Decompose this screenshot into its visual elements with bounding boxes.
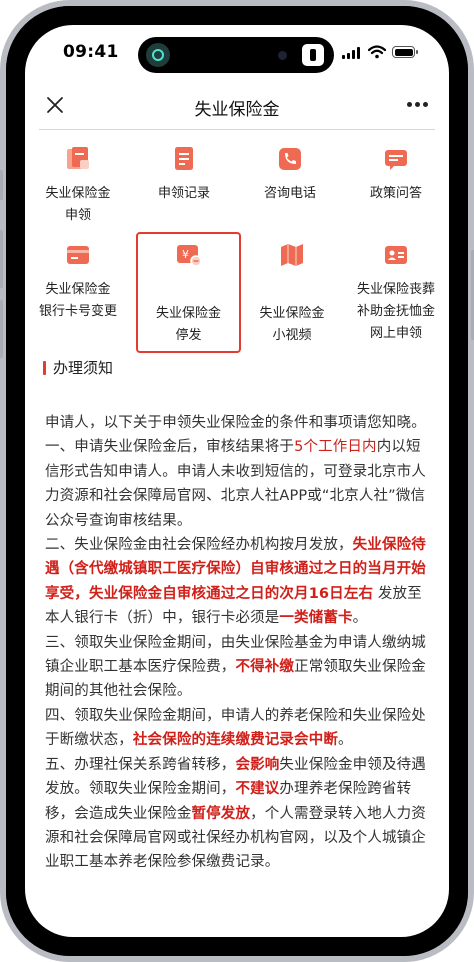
selected-item-highlight bbox=[136, 232, 241, 353]
notice-text: 申请人，以下关于申领失业保险金的条件和事项请您知晓。 一、申请失业保险金后，审核… bbox=[45, 411, 433, 875]
grid-item-video[interactable]: 失业保险金 小视频 bbox=[241, 239, 343, 349]
notice-intro: 申请人，以下关于申领失业保险金的条件和事项请您知晓。 bbox=[45, 415, 426, 431]
notice-paragraph-5: 五、办理社保关系跨省转移，会影响失业保险金申领及待遇发放。领取失业保险金期间，不… bbox=[45, 756, 426, 871]
notice-paragraph-3: 三、领取失业保险金期间，由失业保险基金为申请人缴纳城镇企业职工基本医疗保险费，不… bbox=[45, 634, 426, 700]
grid-item-apply[interactable]: 失业保险金 申领 bbox=[25, 143, 131, 229]
chat-icon bbox=[385, 150, 407, 170]
phone-icon bbox=[279, 148, 301, 170]
dynamic-island bbox=[138, 37, 334, 73]
camera-icon bbox=[278, 51, 287, 60]
phone-app-icon bbox=[302, 44, 324, 66]
wifi-icon bbox=[368, 45, 386, 59]
battery-icon bbox=[392, 46, 418, 58]
grid-item-label: 失业保险金 申领 bbox=[45, 186, 111, 223]
volume-down-button bbox=[0, 300, 3, 358]
grid-item-funeral[interactable]: 失业保险丧葬 补助金抚恤金 网上申领 bbox=[343, 239, 449, 349]
volume-up-button bbox=[0, 230, 3, 288]
grid-item-phone[interactable]: 咨询电话 bbox=[237, 143, 343, 229]
id-card-icon bbox=[385, 246, 407, 264]
page-title: 失业保险金 bbox=[194, 100, 280, 120]
grid-item-label: 失业保险金 银行卡号变更 bbox=[38, 282, 117, 319]
grid-item-records[interactable]: 申领记录 bbox=[131, 143, 237, 229]
grid-item-label: 政策问答 bbox=[369, 186, 422, 201]
map-video-icon bbox=[281, 244, 303, 266]
status-bar: 09:41 bbox=[25, 25, 449, 79]
grid-item-label: 失业保险金 小视频 bbox=[259, 306, 325, 343]
document-icon bbox=[67, 147, 89, 169]
grid-item-label: 失业保险丧葬 补助金抚恤金 网上申领 bbox=[356, 282, 435, 341]
notice-paragraph-4: 四、领取失业保险金期间，申请人的养老保险和失业保险处于断缴状态，社会保险的连续缴… bbox=[45, 707, 426, 749]
more-icon[interactable] bbox=[407, 102, 429, 108]
section-accent-bar bbox=[43, 361, 46, 375]
grid-item-policy[interactable]: 政策问答 bbox=[343, 143, 449, 229]
nav-bar: 失业保险金 bbox=[25, 85, 449, 129]
phone-frame: 09:41 失业保险金 失业保险金 申领 申领记录 咨询电话 政策问答 失业保险… bbox=[0, 0, 474, 962]
airplay-icon bbox=[146, 43, 170, 67]
mute-switch bbox=[0, 170, 3, 200]
grid-item-label: 申领记录 bbox=[157, 186, 210, 201]
notice-paragraph-1: 一、申请失业保险金后，审核结果将于5个工作日内内以短信形式告知申请人。申请人未收… bbox=[45, 439, 426, 529]
app-screen: 09:41 失业保险金 失业保险金 申领 申领记录 咨询电话 政策问答 失业保险… bbox=[25, 25, 449, 937]
nav-divider bbox=[39, 129, 435, 130]
section-title: 办理须知 bbox=[53, 359, 114, 377]
notice-paragraph-2: 二、失业保险金由社会保险经办机构按月发放，失业保险待遇（含代缴城镇职工医疗保险）… bbox=[45, 537, 426, 627]
grid-item-label: 咨询电话 bbox=[263, 186, 316, 201]
card-icon bbox=[67, 246, 89, 264]
grid-item-bankcard[interactable]: 失业保险金 银行卡号变更 bbox=[25, 239, 131, 349]
status-time: 09:41 bbox=[63, 42, 119, 62]
signal-icon bbox=[342, 47, 362, 59]
record-icon bbox=[175, 147, 193, 170]
